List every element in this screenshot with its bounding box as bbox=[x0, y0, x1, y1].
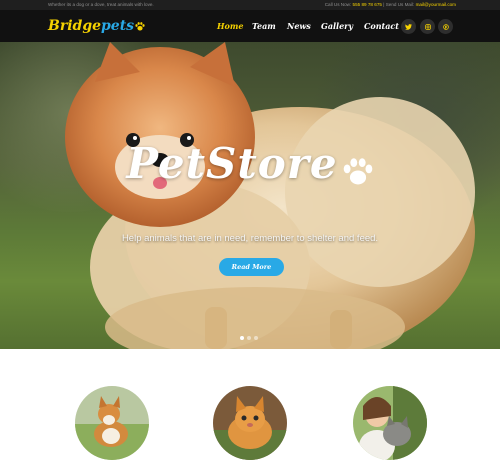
paw-icon bbox=[342, 147, 374, 197]
tagline: Whether its a dog or a dove, treat anima… bbox=[48, 2, 154, 7]
hero-slider: PetStore Help animals that are in need, … bbox=[0, 42, 500, 349]
logo-part2: pets bbox=[101, 18, 135, 34]
read-more-button[interactable]: Read More bbox=[219, 258, 284, 276]
slider-dot-1[interactable] bbox=[240, 336, 244, 340]
nav-team[interactable]: Team bbox=[252, 21, 276, 33]
separator: | bbox=[383, 2, 385, 7]
site-logo[interactable]: Bridgepets bbox=[48, 18, 145, 34]
corgi-photo[interactable] bbox=[75, 386, 149, 460]
instagram-icon[interactable] bbox=[420, 19, 435, 34]
navigation-bar: Bridgepets Home Team News Gallery Contac… bbox=[0, 10, 500, 42]
hero-title-text: PetStore bbox=[126, 139, 338, 188]
hero-title: PetStore bbox=[0, 139, 500, 189]
mail-label: Send Us Mail: bbox=[385, 2, 415, 7]
kitten-photo[interactable] bbox=[213, 386, 287, 460]
phone-number[interactable]: 555 89 78 675 bbox=[353, 2, 382, 7]
nav-gallery[interactable]: Gallery bbox=[321, 21, 353, 33]
slider-dot-2[interactable] bbox=[247, 336, 251, 340]
slider-dot-3[interactable] bbox=[254, 336, 258, 340]
pomeranian-dog-image bbox=[65, 42, 475, 349]
contact-info: Call Us Now: 555 89 78 675 | Send Us Mai… bbox=[325, 2, 456, 7]
logo-part1: Bridge bbox=[48, 18, 102, 34]
call-label: Call Us Now: bbox=[324, 2, 352, 7]
twitter-icon[interactable] bbox=[401, 19, 416, 34]
pinterest-icon[interactable] bbox=[438, 19, 453, 34]
paw-icon bbox=[135, 19, 145, 35]
hero-subtitle: Help animals that are in need, remember … bbox=[121, 233, 379, 244]
nav-home[interactable]: Home bbox=[217, 21, 243, 33]
nav-news[interactable]: News bbox=[287, 21, 311, 33]
girl-with-cat-photo[interactable] bbox=[353, 386, 427, 460]
top-bar: Whether its a dog or a dove, treat anima… bbox=[0, 0, 500, 10]
slider-dots bbox=[240, 336, 258, 341]
nav-contact[interactable]: Contact bbox=[364, 21, 399, 33]
email-link[interactable]: mail@yourmail.com bbox=[416, 2, 456, 7]
